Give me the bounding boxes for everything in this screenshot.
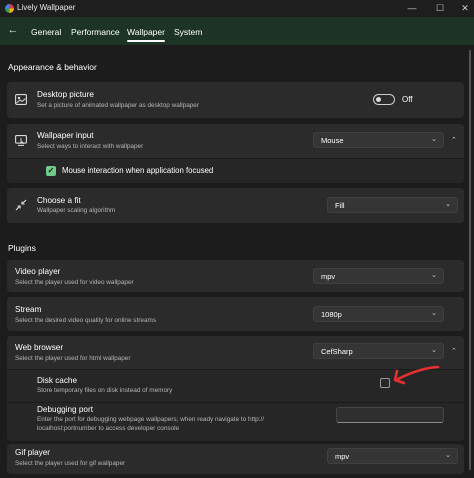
disk-cache-description: Store temporary files on disk instead of… <box>37 387 173 394</box>
choose-fit-selected: Fill <box>335 201 345 210</box>
web-browser-description: Select the player used for html wallpape… <box>15 355 131 362</box>
back-arrow-icon[interactable]: ← <box>6 23 20 37</box>
picture-icon <box>15 94 27 108</box>
gif-player-select[interactable]: mpv ⌄ <box>327 448 458 464</box>
plugins-section-title: Plugins <box>8 243 36 253</box>
gif-player-title: Gif player <box>15 448 51 457</box>
tab-wallpaper[interactable]: Wallpaper <box>127 27 165 42</box>
debugging-port-title: Debugging port <box>37 405 93 414</box>
gif-player-card: Gif player Select the player used for gi… <box>7 444 464 474</box>
desktop-picture-description: Set a picture of animated wallpaper as d… <box>37 102 199 109</box>
close-button[interactable]: ✕ <box>455 2 474 14</box>
stream-description: Select the desired video quality for onl… <box>15 317 157 324</box>
stream-title: Stream <box>15 305 42 314</box>
settings-nav: ← General Performance Wallpaper System <box>0 17 474 45</box>
stream-selected: 1080p <box>321 310 342 319</box>
mouse-focus-row: ✓ Mouse interaction when application foc… <box>7 159 464 183</box>
stream-select[interactable]: 1080p ⌄ <box>313 306 444 322</box>
wallpaper-input-description: Select ways to interact with wallpaper <box>37 143 144 150</box>
stream-card: Stream Select the desired video quality … <box>7 297 464 331</box>
wallpaper-input-title: Wallpaper input <box>37 131 94 140</box>
toggle-knob <box>376 97 381 102</box>
lively-logo-icon <box>5 4 14 13</box>
chevron-up-icon[interactable]: ⌃ <box>451 347 457 355</box>
gif-player-description: Select the player used for gif wallpaper <box>15 460 126 467</box>
choose-fit-title: Choose a fit <box>37 196 81 205</box>
shrink-arrows-icon <box>15 199 27 214</box>
chevron-up-icon[interactable]: ⌃ <box>451 136 457 144</box>
vertical-scrollbar[interactable] <box>469 50 471 470</box>
window-title: Lively Wallpaper <box>17 3 76 12</box>
video-player-description: Select the player used for video wallpap… <box>15 279 134 286</box>
chevron-down-icon: ⌄ <box>445 201 451 208</box>
choose-fit-card: Choose a fit Wallpaper scaling algorithm… <box>7 188 464 223</box>
monitor-cursor-icon <box>15 135 27 149</box>
video-player-selected: mpv <box>321 272 336 281</box>
web-browser-title: Web browser <box>15 343 64 352</box>
mouse-focus-checkbox[interactable]: ✓ <box>46 166 56 176</box>
desktop-picture-card: Desktop picture Set a picture of animate… <box>7 82 464 118</box>
annotation-arrow-icon <box>393 365 440 385</box>
appearance-section-title: Appearance & behavior <box>8 62 97 72</box>
tab-performance[interactable]: Performance <box>71 27 120 37</box>
title-bar: Lively Wallpaper — ☐ ✕ <box>0 0 474 17</box>
wallpaper-input-select[interactable]: Mouse ⌄ <box>313 132 444 148</box>
debugging-port-row: Debugging port Enter the port for debugg… <box>7 403 464 441</box>
chevron-down-icon: ⌄ <box>431 347 437 354</box>
desktop-picture-title: Desktop picture <box>37 90 94 99</box>
tab-system[interactable]: System <box>174 27 202 37</box>
desktop-picture-toggle-state: Off <box>402 95 413 104</box>
video-player-card: Video player Select the player used for … <box>7 260 464 292</box>
chevron-down-icon: ⌄ <box>431 272 437 279</box>
gif-player-selected: mpv <box>335 452 350 461</box>
chevron-down-icon: ⌄ <box>431 136 437 143</box>
debugging-port-input[interactable] <box>336 407 444 423</box>
debugging-port-description-line2: localhost:portnumber to access developer… <box>37 425 180 432</box>
chevron-down-icon: ⌄ <box>445 452 451 459</box>
desktop-picture-toggle[interactable] <box>373 94 395 105</box>
video-player-select[interactable]: mpv ⌄ <box>313 268 444 284</box>
video-player-title: Video player <box>15 267 61 276</box>
mouse-focus-label: Mouse interaction when application focus… <box>62 166 214 175</box>
choose-fit-select[interactable]: Fill ⌄ <box>327 197 458 213</box>
choose-fit-description: Wallpaper scaling algorithm <box>37 207 116 214</box>
debugging-port-description-line1: Enter the port for debugging webpage wal… <box>37 416 265 423</box>
disk-cache-title: Disk cache <box>37 376 78 385</box>
web-browser-select[interactable]: CefSharp ⌄ <box>313 343 444 359</box>
wallpaper-input-card[interactable]: Wallpaper input Select ways to interact … <box>7 124 464 158</box>
wallpaper-input-selected: Mouse <box>321 136 344 145</box>
chevron-down-icon: ⌄ <box>431 310 437 317</box>
maximize-button[interactable]: ☐ <box>430 2 450 14</box>
tab-general[interactable]: General <box>31 27 61 37</box>
minimize-button[interactable]: — <box>402 2 422 14</box>
web-browser-selected: CefSharp <box>321 347 353 356</box>
